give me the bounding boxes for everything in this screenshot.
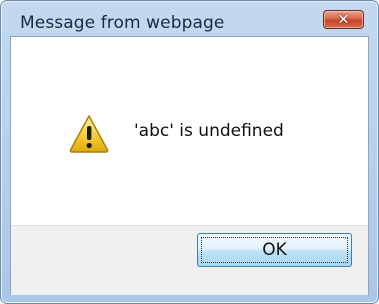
title-bar[interactable]: Message from webpage ✕ (1, 1, 378, 34)
warning-icon (69, 115, 109, 153)
dialog-message: 'abc' is undefined (134, 121, 284, 141)
ok-button[interactable]: OK (197, 233, 352, 267)
message-dialog: Message from webpage ✕ 'abc' is undefine… (0, 0, 379, 304)
close-icon: ✕ (337, 11, 350, 28)
dialog-title: Message from webpage (20, 13, 225, 33)
close-button[interactable]: ✕ (323, 10, 364, 29)
ok-button-label: OK (262, 240, 287, 260)
message-area: 'abc' is undefined (11, 37, 368, 225)
dialog-client-area: 'abc' is undefined OK (10, 36, 369, 295)
